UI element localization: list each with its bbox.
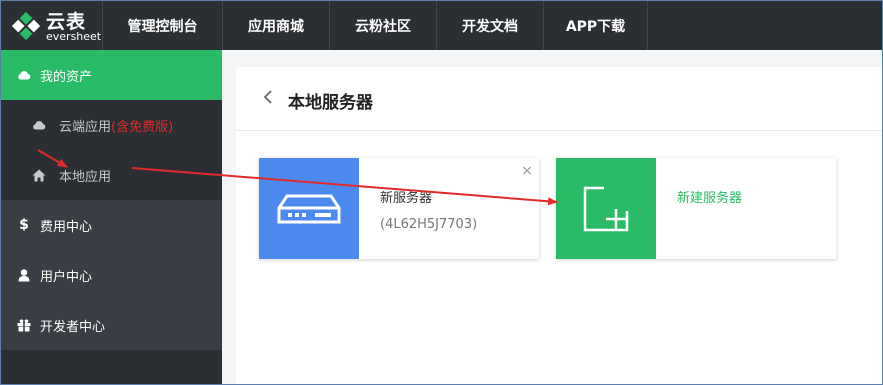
- page-header: 本地服务器: [236, 67, 882, 131]
- sidebar-item-label: 用户中心: [40, 269, 93, 285]
- nav-app-store[interactable]: 应用商城: [222, 1, 329, 50]
- close-icon[interactable]: ×: [521, 163, 533, 179]
- logo-icon: [11, 11, 41, 41]
- nav-console[interactable]: 管理控制台: [102, 1, 222, 50]
- add-server-icon: [556, 158, 656, 259]
- nav-community[interactable]: 云粉社区: [329, 1, 436, 50]
- page-title: 本地服务器: [288, 93, 373, 113]
- sidebar-item-billing[interactable]: $ 费用中心: [1, 200, 222, 250]
- server-card[interactable]: 新服务器 (4L62H5J7703) ×: [259, 158, 539, 259]
- sidebar-item-label: 本地应用: [59, 169, 112, 185]
- main-panel: 本地服务器 新服务器 (4L62H5J7703) × 新建服务器: [236, 67, 882, 384]
- user-icon: [16, 268, 32, 282]
- cloud-icon: [16, 70, 32, 80]
- brand-logo[interactable]: 云表 eversheet: [9, 6, 109, 46]
- home-icon: [31, 169, 47, 182]
- sidebar-item-local-app[interactable]: 本地应用: [1, 150, 222, 200]
- sidebar-item-label: 开发者中心: [40, 319, 106, 335]
- sidebar-item-label: 我的资产: [40, 69, 93, 85]
- brand-name-en: eversheet: [46, 30, 102, 43]
- top-navbar: 云表 eversheet 管理控制台 应用商城 云粉社区 开发文档 APP下载: [1, 1, 882, 50]
- cloud-icon: [31, 120, 47, 130]
- server-icon: [259, 158, 359, 259]
- window-frame: 云表 eversheet 管理控制台 应用商城 云粉社区 开发文档 APP下载 …: [0, 0, 883, 385]
- sidebar-item-label: 云端应用: [59, 119, 112, 135]
- sidebar-item-user-center[interactable]: 用户中心: [1, 250, 222, 300]
- new-server-card[interactable]: 新建服务器: [556, 158, 836, 259]
- main-nav: 管理控制台 应用商城 云粉社区 开发文档 APP下载: [102, 1, 648, 50]
- back-chevron-icon[interactable]: [262, 89, 276, 107]
- dollar-icon: $: [19, 217, 29, 233]
- sidebar-footer: [1, 350, 222, 384]
- sidebar-item-dev-center[interactable]: 开发者中心: [1, 300, 222, 350]
- gift-icon: [16, 318, 32, 332]
- free-version-note: (含免费版): [111, 119, 174, 135]
- new-server-label: 新建服务器: [677, 191, 743, 206]
- nav-docs[interactable]: 开发文档: [436, 1, 543, 50]
- sidebar: 我的资产 云端应用 (含免费版) 本地应用 $ 费用中心 用户中心 开发者中心: [1, 50, 222, 384]
- sidebar-item-my-assets[interactable]: 我的资产: [1, 50, 222, 100]
- server-id: (4L62H5J7703): [380, 217, 478, 232]
- sidebar-item-cloud-app[interactable]: 云端应用 (含免费版): [1, 100, 222, 150]
- nav-app-download[interactable]: APP下载: [543, 1, 648, 50]
- sidebar-item-label: 费用中心: [40, 219, 93, 235]
- server-name: 新服务器: [380, 191, 433, 206]
